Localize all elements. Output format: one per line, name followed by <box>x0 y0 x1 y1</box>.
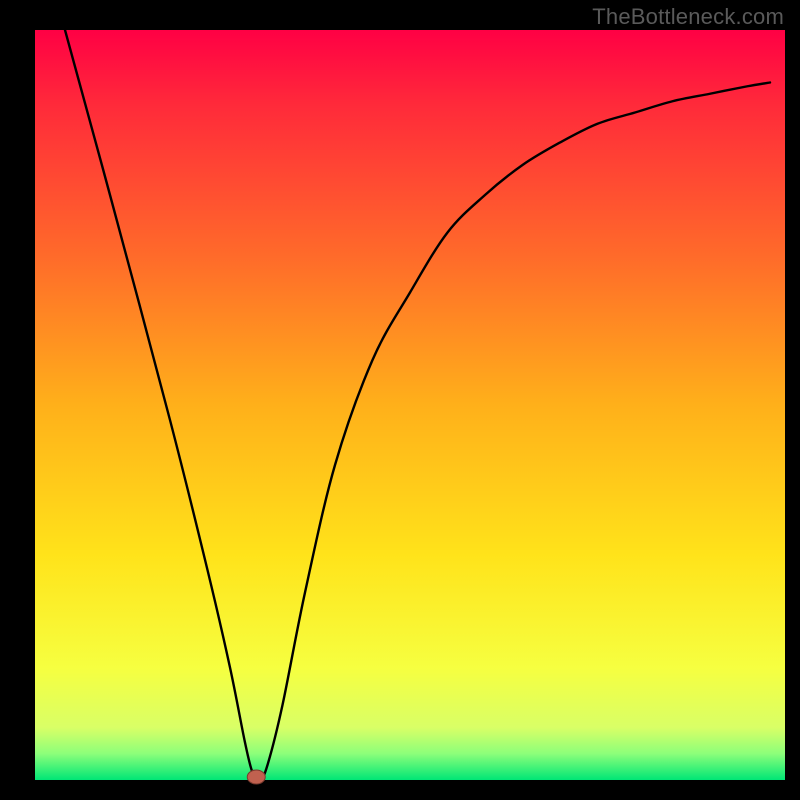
optimal-point-marker <box>247 770 265 784</box>
chart-svg <box>0 0 800 800</box>
watermark-label: TheBottleneck.com <box>592 4 784 30</box>
chart-container: TheBottleneck.com <box>0 0 800 800</box>
plot-area <box>35 30 785 780</box>
